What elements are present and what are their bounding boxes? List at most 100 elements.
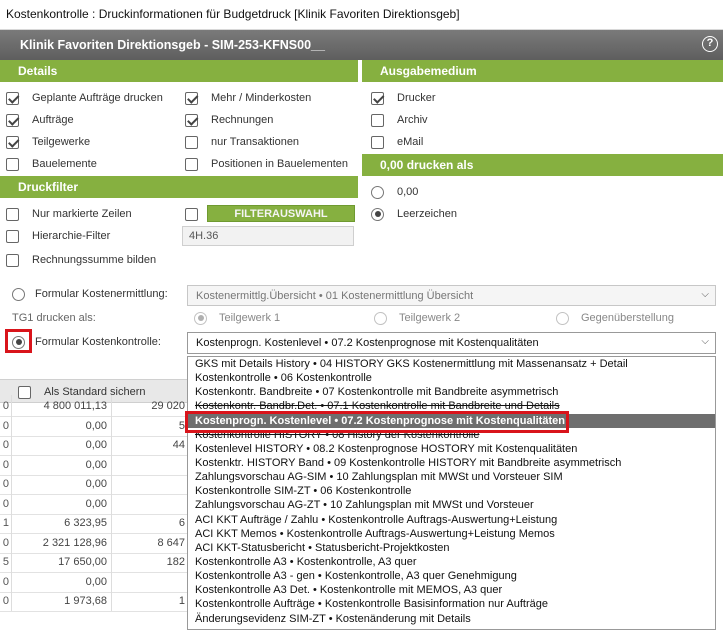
- radio-teilgewerk-2[interactable]: [374, 311, 387, 325]
- table-cell: 1: [0, 512, 12, 533]
- hierarchie-input[interactable]: 4H.36: [182, 226, 354, 246]
- dropdown-item[interactable]: GKS mit Details History • 04 HISTORY GKS…: [188, 357, 715, 371]
- table-cell: 0,00: [12, 473, 112, 494]
- formular-ermittlung-select[interactable]: Kostenermittlg.Übersicht • 01 Kostenermi…: [187, 285, 716, 306]
- detail-geplante-auftraege[interactable]: Geplante Aufträge drucken: [6, 89, 163, 107]
- table-cell: [112, 473, 187, 494]
- table-cell: 0,00: [12, 434, 112, 455]
- ausgabe-email[interactable]: eMail: [371, 133, 423, 151]
- checkbox-mehr-minderkosten[interactable]: [185, 91, 198, 105]
- checkbox-rechnungssumme[interactable]: [6, 253, 19, 267]
- dropdown-item[interactable]: Kostenkontrolle Aufträge • Kostenkontrol…: [188, 597, 715, 611]
- detail-mehr-minderkosten[interactable]: Mehr / Minderkosten: [185, 89, 311, 107]
- dropdown-item[interactable]: Kostenkontr. Bandbreite • 07 Kostenkontr…: [188, 385, 715, 399]
- checkbox-positionen-bauelemente[interactable]: [185, 157, 198, 171]
- nulldruck-option-null[interactable]: 0,00: [371, 183, 418, 201]
- header-title: Klinik Favoriten Direktionsgeb - SIM-253…: [20, 38, 325, 52]
- filter-hierarchie[interactable]: Hierarchie-Filter: [6, 227, 110, 245]
- table-cell: 0: [0, 414, 12, 436]
- table-cell: 44: [172, 439, 185, 451]
- dropdown-item[interactable]: Kostenkontrolle SIM-ZT • 06 Kostenkontro…: [188, 484, 715, 498]
- checkbox-auftraege[interactable]: [6, 113, 19, 127]
- detail-bauelemente[interactable]: Bauelemente: [6, 155, 97, 173]
- checkbox-rechnungen[interactable]: [185, 113, 198, 127]
- table-cell: 8 647: [157, 536, 185, 549]
- ausgabe-drucker[interactable]: Drucker: [371, 89, 436, 107]
- help-icon[interactable]: ?: [702, 36, 718, 52]
- formular-kontrolle-dropdown-list[interactable]: GKS mit Details History • 04 HISTORY GKS…: [187, 356, 716, 630]
- radio-leerzeichen[interactable]: [371, 207, 384, 221]
- dropdown-item[interactable]: ACI KKT Memos • Kostenkontrolle Auftrags…: [188, 527, 715, 541]
- table-cell: 0: [0, 492, 12, 514]
- table-cell: 0,00: [12, 453, 112, 475]
- checkbox-teilgewerke[interactable]: [6, 135, 19, 149]
- detail-nur-transaktionen[interactable]: nur Transaktionen: [185, 133, 299, 151]
- checkbox-hierarchie[interactable]: [6, 229, 19, 243]
- highlight-radio-kontrolle: [5, 329, 32, 353]
- table-cell: 0: [0, 395, 12, 416]
- table-cell: 0: [0, 570, 12, 592]
- checkbox-drucker[interactable]: [371, 91, 384, 105]
- table-cell: 182: [166, 556, 185, 568]
- formular-kontrolle-row[interactable]: Formular Kostenkontrolle:: [12, 333, 161, 351]
- detail-teilgewerke[interactable]: Teilgewerke: [6, 133, 90, 151]
- table-cell: [112, 571, 187, 592]
- checkbox-email[interactable]: [371, 135, 384, 149]
- section-nulldruck: 0,00 drucken als: [362, 154, 723, 176]
- checkbox-nur-transaktionen[interactable]: [185, 135, 198, 149]
- dropdown-item[interactable]: Änderungsevidenz SIM-ZT • Kostenänderung…: [188, 612, 715, 626]
- detail-rechnungen[interactable]: Rechnungen: [185, 111, 273, 129]
- checkbox-nur-markierte[interactable]: [6, 207, 19, 221]
- tg1-label: TG1 drucken als:: [12, 312, 96, 324]
- window-title: Kostenkontrolle : Druckinformationen für…: [0, 0, 723, 30]
- radio-formular-ermittlung[interactable]: [12, 287, 25, 301]
- tg1-option-2[interactable]: Teilgewerk 2: [374, 309, 460, 327]
- dropdown-item[interactable]: Zahlungsvorschau AG-ZT • 10 Zahlungsplan…: [188, 498, 715, 512]
- ausgabe-archiv[interactable]: Archiv: [371, 111, 428, 129]
- dropdown-item[interactable]: Kostenkontrolle A3 - gen • Kostenkontrol…: [188, 569, 715, 583]
- radio-teilgewerk-1[interactable]: [194, 311, 207, 325]
- checkbox-geplante-auftraege[interactable]: [6, 91, 19, 105]
- formular-ermittlung-row[interactable]: Formular Kostenermittlung:: [12, 285, 168, 303]
- filter-nur-markierte[interactable]: Nur markierte Zeilen: [6, 205, 132, 223]
- nulldruck-option-leerzeichen[interactable]: Leerzeichen: [371, 205, 457, 223]
- detail-positionen-bauelemente[interactable]: Positionen in Bauelementen: [185, 155, 348, 173]
- dropdown-item[interactable]: Kostenkontrolle • 06 Kostenkontrolle: [188, 371, 715, 385]
- filter-rechnungssumme[interactable]: Rechnungssumme bilden: [6, 251, 156, 269]
- dropdown-item[interactable]: ACI KKT-Statusbericht • Statusbericht-Pr…: [188, 541, 715, 555]
- table-cell: 6 323,95: [12, 512, 112, 533]
- dropdown-item[interactable]: ACI KKT Aufträge / Zahlu • Kostenkontrol…: [188, 513, 715, 527]
- checkbox-archiv[interactable]: [371, 113, 384, 127]
- table-cell: [112, 493, 187, 514]
- tg1-option-3[interactable]: Gegenüberstellung: [556, 309, 674, 327]
- app-header: Klinik Favoriten Direktionsgeb - SIM-253…: [0, 30, 723, 60]
- formular-kontrolle-select[interactable]: Kostenprogn. Kostenlevel • 07.2 Kostenpr…: [187, 332, 716, 354]
- background-grid: 04 800 011,13 29 020 0 0,00 5 0 0,00 44 0 0,00 0 0,…: [0, 395, 187, 630]
- section-nulldruck-title: 0,00 drucken als: [380, 158, 474, 172]
- checkbox-filterauswahl[interactable]: [185, 207, 198, 221]
- dropdown-item[interactable]: Kostenlevel HISTORY • 08.2 Kostenprognos…: [188, 442, 715, 456]
- section-druckfilter: Druckfilter: [0, 176, 358, 198]
- tg1-option-1[interactable]: Teilgewerk 1: [194, 309, 280, 327]
- radio-null[interactable]: [371, 185, 384, 199]
- section-details: Details: [0, 60, 358, 82]
- table-cell: 5: [0, 551, 12, 572]
- dropdown-item[interactable]: Zahlungsvorschau AG-SIM • 10 Zahlungspla…: [188, 470, 715, 484]
- dropdown-item[interactable]: Kostenktr. HISTORY Band • 09 Kostenkontr…: [188, 456, 715, 470]
- dropdown-item[interactable]: Kostenkontrolle A3 • Kostenkontrolle, A3…: [188, 555, 715, 569]
- checkbox-bauelemente[interactable]: [6, 157, 19, 171]
- section-druckfilter-title: Druckfilter: [18, 180, 79, 194]
- filterauswahl-button[interactable]: FILTERAUSWAHL: [207, 205, 355, 222]
- dropdown-item[interactable]: Kostenkontrolle A3 Det. • Kostenkontroll…: [188, 583, 715, 597]
- table-cell: 1 973,68: [12, 590, 112, 611]
- table-cell: 0: [0, 434, 12, 455]
- table-cell: 6: [178, 517, 185, 529]
- radio-gegenueberstellung[interactable]: [556, 311, 569, 325]
- detail-auftraege[interactable]: Aufträge: [6, 111, 74, 129]
- table-cell: 17 650,00: [12, 551, 112, 572]
- table-cell: 0: [0, 590, 12, 611]
- highlight-selected-item: [185, 411, 569, 433]
- filter-auswahl-toggle[interactable]: [185, 205, 198, 223]
- table-cell: 0,00: [12, 414, 112, 436]
- table-cell: [112, 454, 187, 475]
